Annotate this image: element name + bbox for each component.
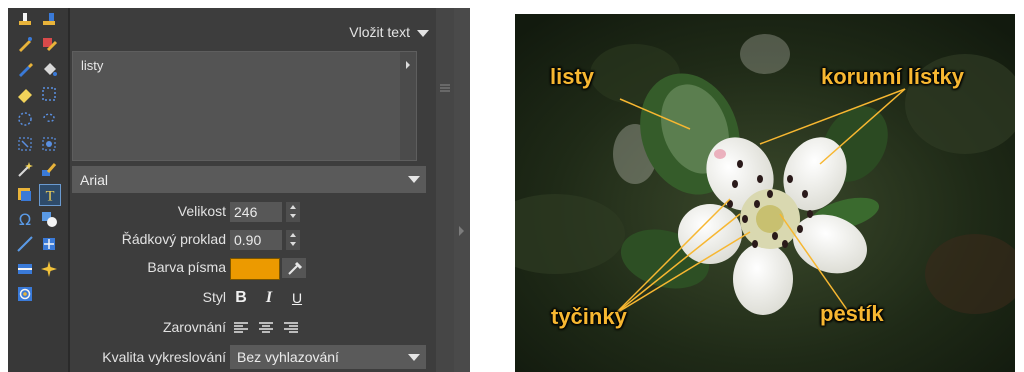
panel-title[interactable]: Vložit text xyxy=(349,24,410,40)
stamp-icon[interactable] xyxy=(16,10,34,28)
line-spacing-stepper[interactable] xyxy=(286,230,300,250)
crop-icon[interactable] xyxy=(40,235,58,253)
lens-icon[interactable] xyxy=(16,285,34,303)
chevron-down-icon[interactable] xyxy=(290,242,296,246)
bold-button[interactable]: B xyxy=(233,288,249,308)
panel-scrollbar[interactable] xyxy=(436,8,454,372)
magic-wand-icon[interactable] xyxy=(16,135,34,153)
text-editor-window: T Ω Vložit text listy Arial Velikost 246 xyxy=(8,8,470,372)
size-value: 246 xyxy=(234,204,258,220)
quality-select[interactable]: Bez vyhlazování xyxy=(230,345,426,369)
omega-icon[interactable]: Ω xyxy=(16,210,34,228)
pistil-label: pestík xyxy=(820,301,884,326)
style-label: Styl xyxy=(202,289,226,305)
line-spacing-value: 0.90 xyxy=(234,232,262,248)
toolbox: T Ω xyxy=(8,8,68,372)
grip-icon[interactable] xyxy=(440,83,450,93)
chevron-down-icon[interactable] xyxy=(408,176,420,183)
text-input-value: listy xyxy=(81,58,104,73)
lasso-select-icon[interactable] xyxy=(40,110,58,128)
size-label: Velikost xyxy=(177,203,226,219)
chevron-down-icon[interactable] xyxy=(417,30,429,37)
chevron-up-icon[interactable] xyxy=(290,233,296,237)
font-color-swatch[interactable] xyxy=(230,258,280,280)
align-center-icon[interactable] xyxy=(258,321,274,335)
flower-photo: listy korunní lístky tyčinky pestík xyxy=(515,14,1015,372)
align-right-icon[interactable] xyxy=(283,321,299,335)
font-select[interactable]: Arial xyxy=(72,166,426,193)
line-icon[interactable] xyxy=(16,235,34,253)
leaves-label: listy xyxy=(550,64,595,89)
italic-button[interactable]: I xyxy=(261,288,277,308)
size-input[interactable]: 246 xyxy=(230,202,282,222)
text-tool-icon[interactable]: T xyxy=(39,184,61,206)
stamp-alt-icon[interactable] xyxy=(40,10,58,28)
quality-select-value: Bez vyhlazování xyxy=(237,349,339,365)
font-select-value: Arial xyxy=(80,172,109,188)
line-spacing-label: Řádkový proklad xyxy=(121,231,226,247)
wand-icon[interactable] xyxy=(16,160,34,178)
quality-label: Kvalita vykreslování xyxy=(102,349,226,365)
svg-text:Ω: Ω xyxy=(19,210,31,228)
eraser-icon[interactable] xyxy=(16,85,34,103)
star-icon[interactable] xyxy=(40,260,58,278)
svg-text:T: T xyxy=(46,189,55,205)
ellipse-select-icon[interactable] xyxy=(16,110,34,128)
chevron-down-icon[interactable] xyxy=(290,214,296,218)
shapes-icon[interactable] xyxy=(40,210,58,228)
chevron-up-icon[interactable] xyxy=(290,205,296,209)
chevron-down-icon[interactable] xyxy=(408,354,420,361)
size-stepper[interactable] xyxy=(286,202,300,222)
chevron-right-icon[interactable] xyxy=(406,61,410,69)
underline-button[interactable]: U xyxy=(289,288,305,308)
petals-label: korunní lístky xyxy=(821,64,965,89)
magnetic-lasso-icon[interactable] xyxy=(40,135,58,153)
fill-icon[interactable] xyxy=(40,60,58,78)
collapse-strip[interactable] xyxy=(454,8,470,372)
line-spacing-input[interactable]: 0.90 xyxy=(230,230,282,250)
color-picker-icon[interactable] xyxy=(40,160,58,178)
text-input[interactable]: listy xyxy=(72,51,417,161)
insert-text-panel: Vložit text listy Arial Velikost 246 Řád… xyxy=(70,8,436,372)
stamens-label: tyčinky xyxy=(551,304,627,329)
rect-select-icon[interactable] xyxy=(40,85,58,103)
clone-icon[interactable] xyxy=(16,185,34,203)
brush-icon[interactable] xyxy=(16,35,34,53)
font-color-label: Barva písma xyxy=(147,259,226,275)
gradient-icon[interactable] xyxy=(16,260,34,278)
eyedropper-icon[interactable] xyxy=(282,258,306,278)
align-label: Zarovnání xyxy=(162,319,226,335)
align-left-icon[interactable] xyxy=(233,321,249,335)
pencil-icon[interactable] xyxy=(16,60,34,78)
text-scrollbar[interactable] xyxy=(400,52,416,160)
heal-icon[interactable] xyxy=(40,35,58,53)
chevron-right-icon[interactable] xyxy=(459,226,464,236)
